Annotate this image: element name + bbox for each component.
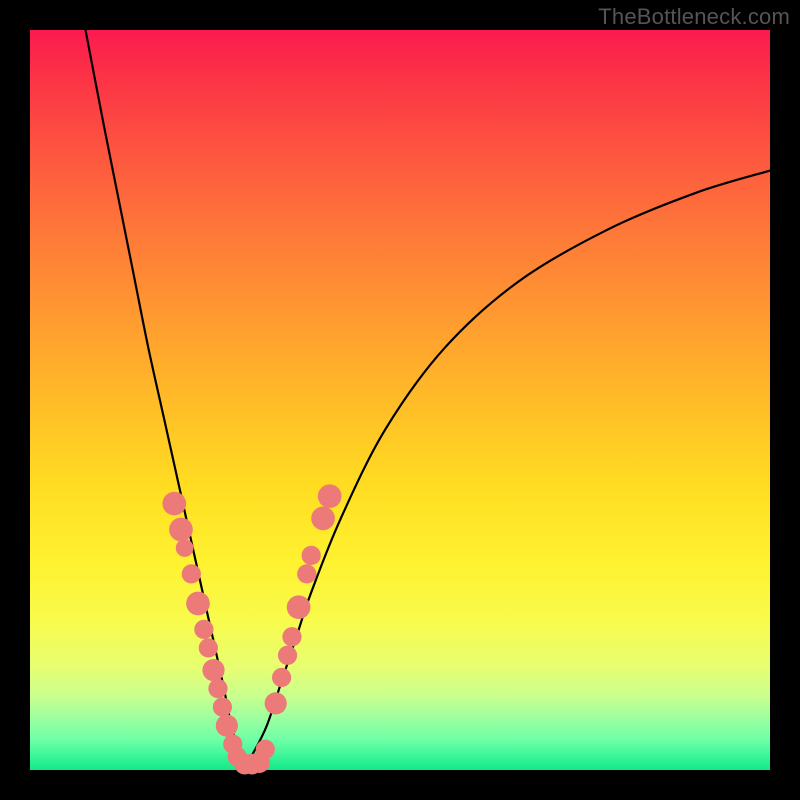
data-marker [194,620,213,639]
data-marker [216,715,238,737]
data-marker [287,595,311,619]
plot-area [30,30,770,770]
data-marker [176,539,194,557]
watermark-text: TheBottleneck.com [598,4,790,30]
data-marker [169,518,193,542]
data-marker [213,697,232,716]
data-marker [202,659,224,681]
data-marker [272,668,291,687]
curve-right-branch [245,171,770,767]
outer-frame: TheBottleneck.com [0,0,800,800]
data-marker [186,592,210,616]
data-marker [311,507,335,531]
curve-left-branch [86,30,245,766]
data-marker [162,492,186,516]
data-marker [302,546,321,565]
data-marker [282,627,301,646]
data-marker [199,638,218,657]
data-marker [182,564,201,583]
data-marker [297,564,316,583]
curve-svg [30,30,770,770]
data-marker [208,679,227,698]
data-marker [256,740,275,759]
data-marker [265,692,287,714]
data-marker [278,646,297,665]
data-marker [318,484,342,508]
marker-group [162,484,341,774]
